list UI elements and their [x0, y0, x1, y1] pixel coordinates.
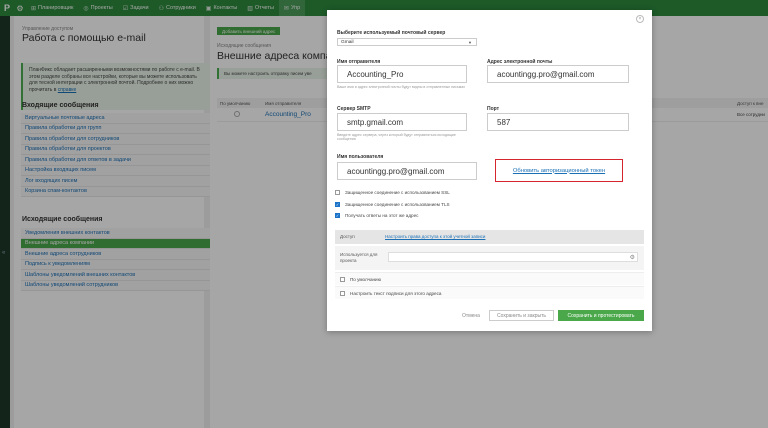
server-label: Выберите используемый почтовый сервер	[337, 30, 446, 36]
username-label: Имя пользователя	[337, 154, 384, 160]
cancel-button[interactable]: Отмена	[457, 310, 485, 321]
default-option-row[interactable]: По умолчанию	[335, 272, 644, 285]
smtp-hint: Введите адрес сервера, через который буд…	[337, 133, 456, 142]
reply-checkbox-row[interactable]: ✓ Получать ответы на этот же адрес	[335, 213, 418, 218]
sender-name-hint: Ваше имя и адрес электронной почты будут…	[337, 85, 465, 89]
tls-checkbox[interactable]: ✓	[335, 202, 340, 207]
signature-checkbox[interactable]	[340, 291, 345, 296]
token-highlight: Обновить авторизационный токен	[495, 159, 623, 182]
port-label: Порт	[487, 106, 500, 112]
save-test-button[interactable]: Сохранить и протестировать	[558, 310, 644, 321]
default-checkbox-row[interactable]: По умолчанию	[340, 277, 381, 282]
tls-checkbox-row[interactable]: ✓ Защищенное соединение с использованием…	[335, 202, 450, 207]
reply-label: Получать ответы на этот же адрес	[345, 213, 419, 218]
server-select-value: Gmail	[341, 39, 354, 45]
ssl-checkbox[interactable]	[335, 190, 340, 195]
ssl-label: Защищенное соединение с использованием S…	[345, 190, 450, 195]
username-input[interactable]: acountingg.pro@gmail.com	[337, 162, 477, 180]
server-select[interactable]: Gmail ▼	[337, 38, 477, 46]
signature-checkbox-row[interactable]: Настроить текст подписи для этого адреса	[340, 291, 441, 296]
used-for-project-row: Используется для проекта ⚙	[335, 246, 644, 270]
default-label: По умолчанию	[350, 277, 382, 282]
refresh-token-link[interactable]: Обновить авторизационный токен	[513, 168, 605, 174]
sender-name-input[interactable]: Accounting_Pro	[337, 65, 467, 83]
settings-icon[interactable]: ⚙	[630, 254, 635, 261]
signature-option-row[interactable]: Настроить текст подписи для этого адреса	[335, 286, 644, 299]
default-checkbox[interactable]	[340, 277, 345, 282]
close-icon[interactable]: ×	[636, 15, 644, 23]
reply-checkbox[interactable]: ✓	[335, 213, 340, 218]
signature-label: Настроить текст подписи для этого адреса	[350, 291, 442, 296]
smtp-input[interactable]: smtp.gmail.com	[337, 113, 467, 131]
used-for-project-label: Используется для проекта	[340, 252, 378, 263]
access-label: Доступ	[340, 234, 355, 239]
save-close-button[interactable]: Сохранить и закрыть	[489, 310, 554, 321]
smtp-label: Сервер SMTP	[337, 106, 371, 112]
tls-label: Защищенное соединение с использованием T…	[345, 202, 450, 207]
ssl-checkbox-row[interactable]: Защищенное соединение с использованием S…	[335, 190, 450, 195]
email-input[interactable]: acountingg.pro@gmail.com	[487, 65, 629, 83]
access-rights-link[interactable]: Настроить права доступа к этой учетной з…	[385, 234, 485, 239]
port-input[interactable]: 587	[487, 113, 629, 131]
access-bar: Доступ Настроить права доступа к этой уч…	[335, 230, 644, 244]
project-input[interactable]: ⚙	[388, 252, 638, 262]
mail-server-dialog: × Выберите используемый почтовый сервер …	[327, 10, 652, 331]
chevron-down-icon: ▼	[468, 40, 472, 45]
